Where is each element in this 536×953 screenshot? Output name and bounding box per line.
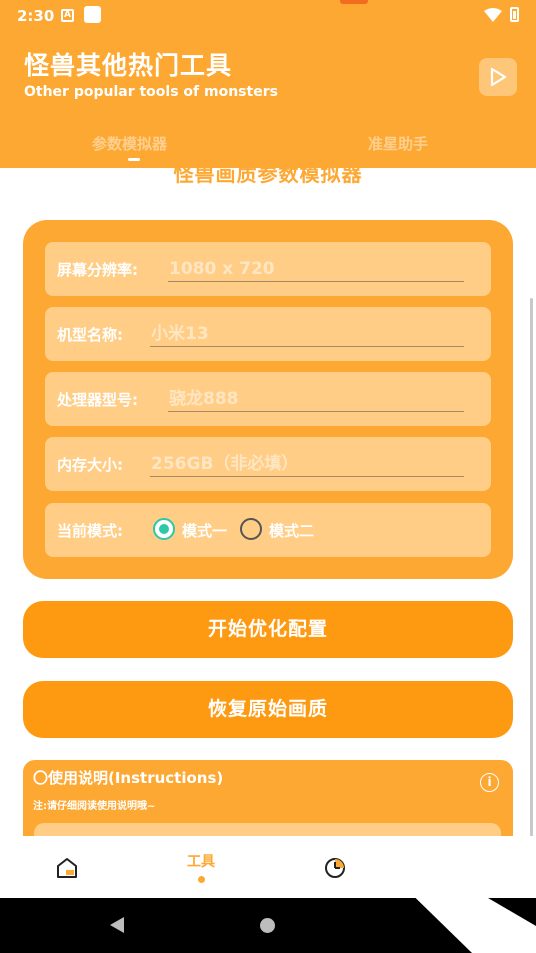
- start-optimize-button[interactable]: 开始优化配置: [23, 601, 513, 658]
- play-button[interactable]: [479, 58, 517, 96]
- page-title: 怪兽其他热门工具: [24, 51, 233, 80]
- play-icon: [490, 67, 507, 87]
- instructions-note: 注:请仔细阅读使用说明哦~: [33, 801, 156, 812]
- memory-row: 内存大小:: [45, 437, 491, 491]
- tab-param-simulator[interactable]: 参数模拟器: [92, 133, 167, 154]
- mode-one-radio[interactable]: [153, 518, 175, 540]
- model-row: 机型名称:: [45, 307, 491, 361]
- tab-indicator: [128, 158, 140, 161]
- resolution-row: 屏幕分辨率:: [45, 242, 491, 296]
- instructions-body: [34, 823, 501, 836]
- nav-tools-label[interactable]: 工具: [187, 851, 215, 871]
- main-content[interactable]: 怪兽画质参数模拟器 屏幕分辨率: 机型名称: 处理器型号: 内存大小: 当前模式…: [0, 168, 536, 836]
- mode-one-label[interactable]: 模式一: [182, 520, 227, 541]
- tab-crosshair-helper[interactable]: 准星助手: [368, 133, 428, 154]
- model-label: 机型名称:: [57, 326, 123, 344]
- status-time: 2:30: [17, 7, 55, 25]
- status-bar: 2:30 A: [0, 0, 536, 32]
- cpu-row: 处理器型号:: [45, 372, 491, 426]
- form-card: 屏幕分辨率: 机型名称: 处理器型号: 内存大小: 当前模式: 模式一 模式二: [23, 220, 513, 579]
- mode-two-radio[interactable]: [240, 518, 262, 540]
- scrollbar[interactable]: [530, 298, 533, 836]
- home-icon[interactable]: [55, 856, 79, 880]
- status-notch: [340, 0, 368, 4]
- back-icon[interactable]: [110, 917, 124, 933]
- instructions-title: 〇使用说明(Instructions): [33, 769, 224, 787]
- battery-icon: [510, 7, 519, 22]
- cpu-label: 处理器型号:: [57, 391, 138, 409]
- memory-input[interactable]: [150, 451, 464, 477]
- home-circle-icon[interactable]: [260, 918, 275, 933]
- model-input[interactable]: [150, 321, 464, 347]
- wifi-icon: [484, 8, 502, 22]
- memory-label: 内存大小:: [57, 456, 123, 474]
- mode-two-label[interactable]: 模式二: [269, 520, 314, 541]
- restore-quality-button[interactable]: 恢复原始画质: [23, 681, 513, 738]
- cpu-input[interactable]: [168, 386, 464, 412]
- corner-overlay: [352, 836, 536, 953]
- nav-active-dot: [198, 876, 205, 883]
- info-icon[interactable]: i: [480, 773, 499, 792]
- mode-label: 当前模式:: [57, 522, 123, 540]
- status-a-icon: A: [61, 9, 74, 22]
- resolution-input[interactable]: [168, 256, 464, 282]
- app-header: 2:30 A 怪兽其他热门工具 Other popular tools of m…: [0, 0, 536, 168]
- status-app-icon: [84, 6, 101, 23]
- section-title: 怪兽画质参数模拟器: [173, 168, 363, 186]
- resolution-label: 屏幕分辨率:: [57, 261, 138, 279]
- mode-row: 当前模式: 模式一 模式二: [45, 503, 491, 557]
- chart-icon[interactable]: [323, 856, 347, 880]
- instructions-card: 〇使用说明(Instructions) 注:请仔细阅读使用说明哦~ i: [23, 760, 513, 836]
- page-subtitle: Other popular tools of monsters: [24, 84, 278, 100]
